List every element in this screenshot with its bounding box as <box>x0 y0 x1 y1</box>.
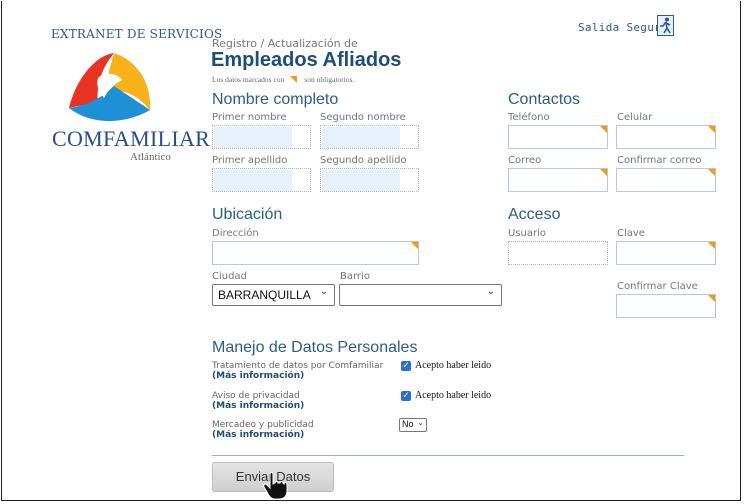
mas-info-link-tratamiento[interactable]: (Más información) <box>212 371 304 381</box>
aviso-checkbox[interactable]: ✓ <box>401 391 411 401</box>
telefono-field[interactable] <box>508 125 608 149</box>
required-mark-icon <box>290 76 298 83</box>
chevron-down-icon: ⌄ <box>486 286 495 297</box>
label-usuario: Usuario <box>508 228 547 239</box>
chevron-down-icon: ⌄ <box>319 286 328 297</box>
mercadeo-select[interactable]: No ⌄ <box>399 418 427 432</box>
label-segundo-nombre: Segundo nombre <box>320 112 406 123</box>
label-segundo-apellido: Segundo apellido <box>320 155 407 166</box>
label-direccion: Dirección <box>212 228 259 239</box>
logo-text: COMFAMILIAR <box>52 126 211 151</box>
acepto-label: Acepto haber leido <box>415 360 492 371</box>
usuario-field[interactable] <box>508 241 608 265</box>
label-tratamiento: Tratamiento de datos por Comfamiliar <box>212 361 384 371</box>
section-ubicacion: Ubicación <box>212 206 283 223</box>
section-contactos: Contactos <box>508 91 581 108</box>
label-primer-apellido: Primer apellido <box>212 155 288 166</box>
section-datos: Manejo de Datos Personales <box>212 339 418 356</box>
label-barrio: Barrio <box>340 271 370 282</box>
label-correo: Correo <box>508 155 542 166</box>
celular-field[interactable] <box>616 125 716 149</box>
confirmar-clave-field[interactable] <box>616 294 716 318</box>
chevron-down-icon: ⌄ <box>417 418 424 427</box>
tratamiento-checkbox[interactable]: ✓ <box>401 361 411 371</box>
label-confirmar-correo: Confirmar correo <box>617 155 702 166</box>
segundo-nombre-field[interactable] <box>320 125 419 149</box>
acepto-label: Acepto haber leido <box>415 390 492 401</box>
confirmar-correo-field[interactable] <box>616 168 716 192</box>
label-mercadeo: Mercadeo y publicidad <box>212 420 314 430</box>
label-telefono: Teléfono <box>508 112 550 123</box>
correo-field[interactable] <box>508 168 608 192</box>
primer-apellido-field[interactable] <box>212 168 311 192</box>
page-title: Empleados Afliados <box>211 49 402 71</box>
direccion-field[interactable] <box>212 241 419 265</box>
mas-info-link-mercadeo[interactable]: (Más información) <box>212 430 304 440</box>
mas-info-link-aviso[interactable]: (Más información) <box>212 401 304 411</box>
exit-door-icon[interactable] <box>657 15 674 36</box>
label-celular: Celular <box>617 112 653 123</box>
section-acceso: Acceso <box>508 206 561 223</box>
extranet-title: EXTRANET DE SERVICIOS <box>51 27 223 41</box>
label-aviso: Aviso de privacidad <box>212 391 300 401</box>
barrio-select[interactable]: ⌄ <box>339 284 502 306</box>
label-primer-nombre: Primer nombre <box>212 112 287 123</box>
comfamiliar-logo <box>69 53 151 121</box>
label-clave: Clave <box>617 228 645 239</box>
divider <box>212 455 684 456</box>
safe-exit-link[interactable]: Salida Segura <box>578 21 668 34</box>
ciudad-select[interactable]: BARRANQUILLA ⌄ <box>212 284 335 306</box>
label-confirmar-clave: Confirmar Clave <box>617 281 698 292</box>
label-ciudad: Ciudad <box>212 271 247 282</box>
section-nombre: Nombre completo <box>212 91 339 108</box>
clave-field[interactable] <box>616 241 716 265</box>
primer-nombre-field[interactable] <box>212 125 311 149</box>
hand-cursor-icon <box>263 472 288 500</box>
logo-subtext: Atlántico <box>130 151 171 163</box>
segundo-apellido-field[interactable] <box>320 168 419 192</box>
required-note: Los datos marcados con son obligatorios. <box>212 75 355 84</box>
